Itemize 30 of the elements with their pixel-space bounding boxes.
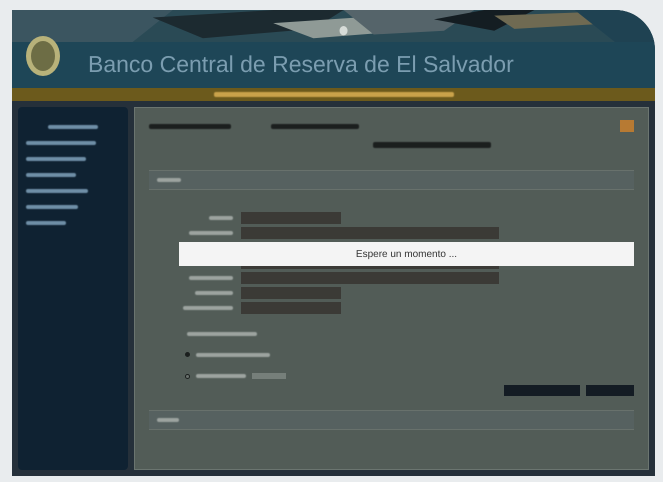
date-field[interactable]: [252, 373, 286, 379]
radio-button[interactable]: [185, 352, 190, 357]
input-field[interactable]: [241, 302, 341, 314]
toolbar-icon[interactable]: [620, 120, 634, 132]
bank-title: Banco Central de Reserva de El Salvador: [88, 50, 514, 78]
illegible-label: [189, 276, 233, 280]
illegible-label: [183, 306, 233, 310]
illegible-text: [187, 332, 257, 336]
illegible-text: [157, 178, 181, 182]
illegible-menu-item[interactable]: [26, 157, 86, 161]
illegible-menu-item[interactable]: [26, 141, 96, 145]
input-field[interactable]: [241, 212, 341, 224]
input-field[interactable]: [241, 227, 499, 239]
illegible-button[interactable]: [586, 385, 634, 396]
input-field[interactable]: [241, 287, 341, 299]
illegible-text: [48, 125, 98, 129]
illegible-button[interactable]: [504, 385, 580, 396]
illegible-label: [195, 291, 233, 295]
seal-logo-icon: [26, 36, 60, 76]
loading-message: Espere un momento ...: [356, 248, 458, 260]
illegible-label: [209, 216, 233, 220]
illegible-menu-item[interactable]: [26, 221, 66, 225]
illegible-menu-item[interactable]: [26, 205, 78, 209]
illegible-label: [189, 231, 233, 235]
radio-button[interactable]: [185, 374, 190, 378]
illegible-text: [157, 418, 179, 422]
input-field[interactable]: [241, 272, 499, 284]
illegible-menu-item[interactable]: [26, 189, 88, 193]
illegible-text: [196, 374, 246, 378]
illegible-menu-item[interactable]: [26, 173, 76, 177]
